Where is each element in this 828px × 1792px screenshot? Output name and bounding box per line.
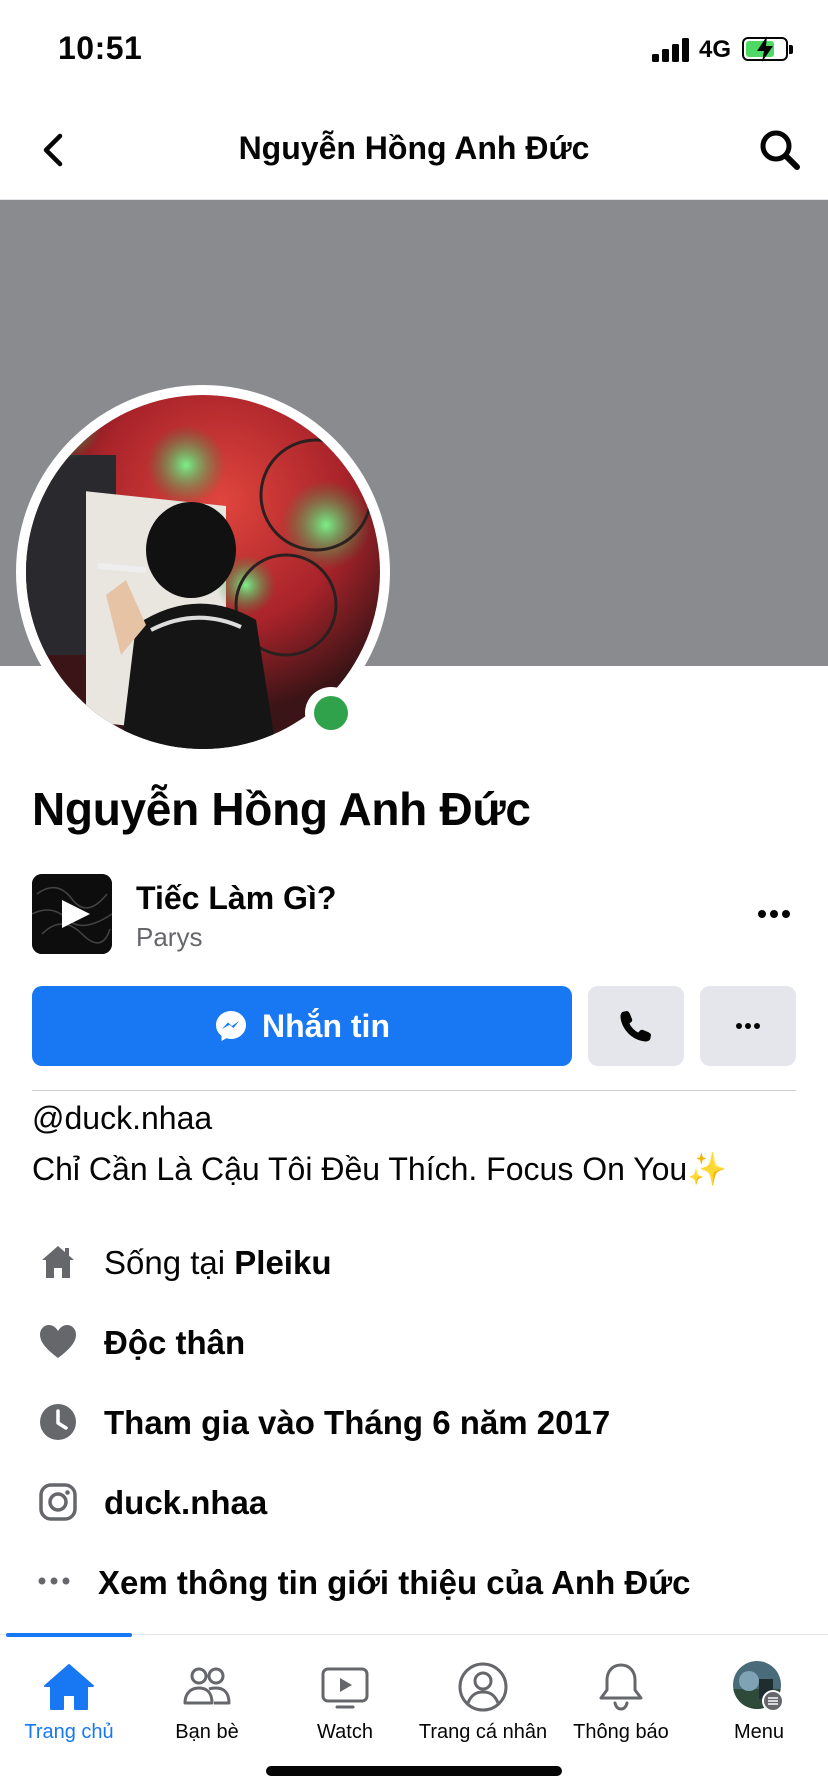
info-row-relationship: Độc thân [32, 1312, 796, 1372]
username: @duck.nhaa [32, 1100, 213, 1136]
sparkles-emoji: ✨ [687, 1151, 728, 1187]
bio-text: Chỉ Cần Là Cậu Tôi Đều Thích. Focus On Y… [32, 1150, 727, 1188]
see-about-label: Xem thông tin giới thiệu của Anh Đức [98, 1564, 691, 1601]
header-title: Nguyễn Hồng Anh Đức [238, 130, 590, 166]
info-row-joined: Tham gia vào Tháng 6 năm 2017 [32, 1392, 796, 1452]
status-bar: 10:51 4G [0, 0, 828, 100]
menu-avatar-icon [733, 1661, 784, 1712]
watch-icon [321, 1667, 369, 1709]
album-art-image [32, 874, 112, 954]
message-button[interactable]: Nhắn tin [32, 986, 572, 1066]
tab-menu-label: Menu [733, 1721, 785, 1743]
signal-icon [652, 38, 690, 62]
chevron-left-icon [43, 133, 63, 167]
more-horizontal-icon [38, 1577, 70, 1585]
back-button[interactable] [30, 122, 86, 178]
home-icon [42, 1246, 74, 1278]
status-time: 10:51 [58, 30, 143, 66]
profile-music[interactable]: Tiếc Làm Gì? Parys [32, 874, 796, 954]
tab-watch[interactable]: Watch [276, 1645, 414, 1745]
bell-icon [599, 1663, 643, 1711]
tab-notifications-label: Thông báo [573, 1721, 669, 1743]
info-joined-text: Tham gia vào Tháng 6 năm 2017 [104, 1404, 611, 1441]
song-title: Tiếc Làm Gì? [136, 880, 337, 916]
profile-picture-frame[interactable] [16, 385, 390, 759]
info-instagram-text[interactable]: duck.nhaa [104, 1484, 267, 1522]
info-row-lives-in[interactable]: Sống tại Pleiku [32, 1232, 796, 1292]
active-tab-indicator [6, 1633, 132, 1637]
battery-icon [742, 36, 793, 62]
tab-menu[interactable]: Menu [690, 1645, 828, 1745]
tab-profile[interactable]: Trang cá nhân [414, 1645, 552, 1745]
tab-home[interactable]: Trang chủ [0, 1645, 138, 1745]
messenger-icon [216, 1011, 246, 1041]
see-about-info-button[interactable]: Xem thông tin giới thiệu của Anh Đức [32, 1556, 796, 1606]
info-relationship-text: Độc thân [104, 1324, 246, 1361]
home-icon [44, 1664, 94, 1710]
network-type: 4G [699, 36, 732, 63]
profile-header: Nguyễn Hồng Anh Đức [0, 100, 828, 200]
bio-text-content: Chỉ Cần Là Cậu Tôi Đều Thích. Focus On Y… [32, 1151, 688, 1187]
tab-friends-label: Bạn bè [175, 1721, 239, 1743]
search-button[interactable] [754, 124, 806, 176]
more-horizontal-icon [758, 910, 790, 918]
message-button-label: Nhắn tin [262, 1007, 390, 1044]
friends-icon [183, 1667, 231, 1705]
search-icon [760, 130, 800, 170]
song-artist: Parys [136, 922, 203, 952]
lives-in-prefix: Sống tại [104, 1244, 235, 1281]
heart-icon [40, 1325, 76, 1358]
more-horizontal-icon [736, 1023, 760, 1029]
tab-home-label: Trang chủ [24, 1721, 114, 1743]
instagram-icon [39, 1483, 77, 1521]
tab-friends[interactable]: Bạn bè [138, 1645, 276, 1745]
tab-notifications[interactable]: Thông báo [552, 1645, 690, 1745]
divider [32, 1090, 796, 1091]
album-art[interactable] [32, 874, 112, 954]
profile-name: Nguyễn Hồng Anh Đức [32, 783, 531, 835]
music-more-button[interactable] [752, 892, 796, 936]
tab-profile-label: Trang cá nhân [418, 1721, 548, 1743]
clock-icon [40, 1404, 76, 1440]
home-indicator [266, 1766, 562, 1776]
phone-icon [620, 1011, 651, 1042]
charging-bolt-icon [757, 36, 773, 62]
online-status-dot [305, 687, 357, 739]
more-actions-button[interactable] [700, 986, 796, 1066]
info-row-instagram[interactable]: duck.nhaa [32, 1472, 796, 1532]
tab-watch-label: Watch [317, 1721, 373, 1743]
call-button[interactable] [588, 986, 684, 1066]
info-lives-in-text: Sống tại Pleiku [104, 1244, 331, 1282]
profile-icon [458, 1662, 508, 1712]
lives-in-city[interactable]: Pleiku [234, 1244, 331, 1281]
